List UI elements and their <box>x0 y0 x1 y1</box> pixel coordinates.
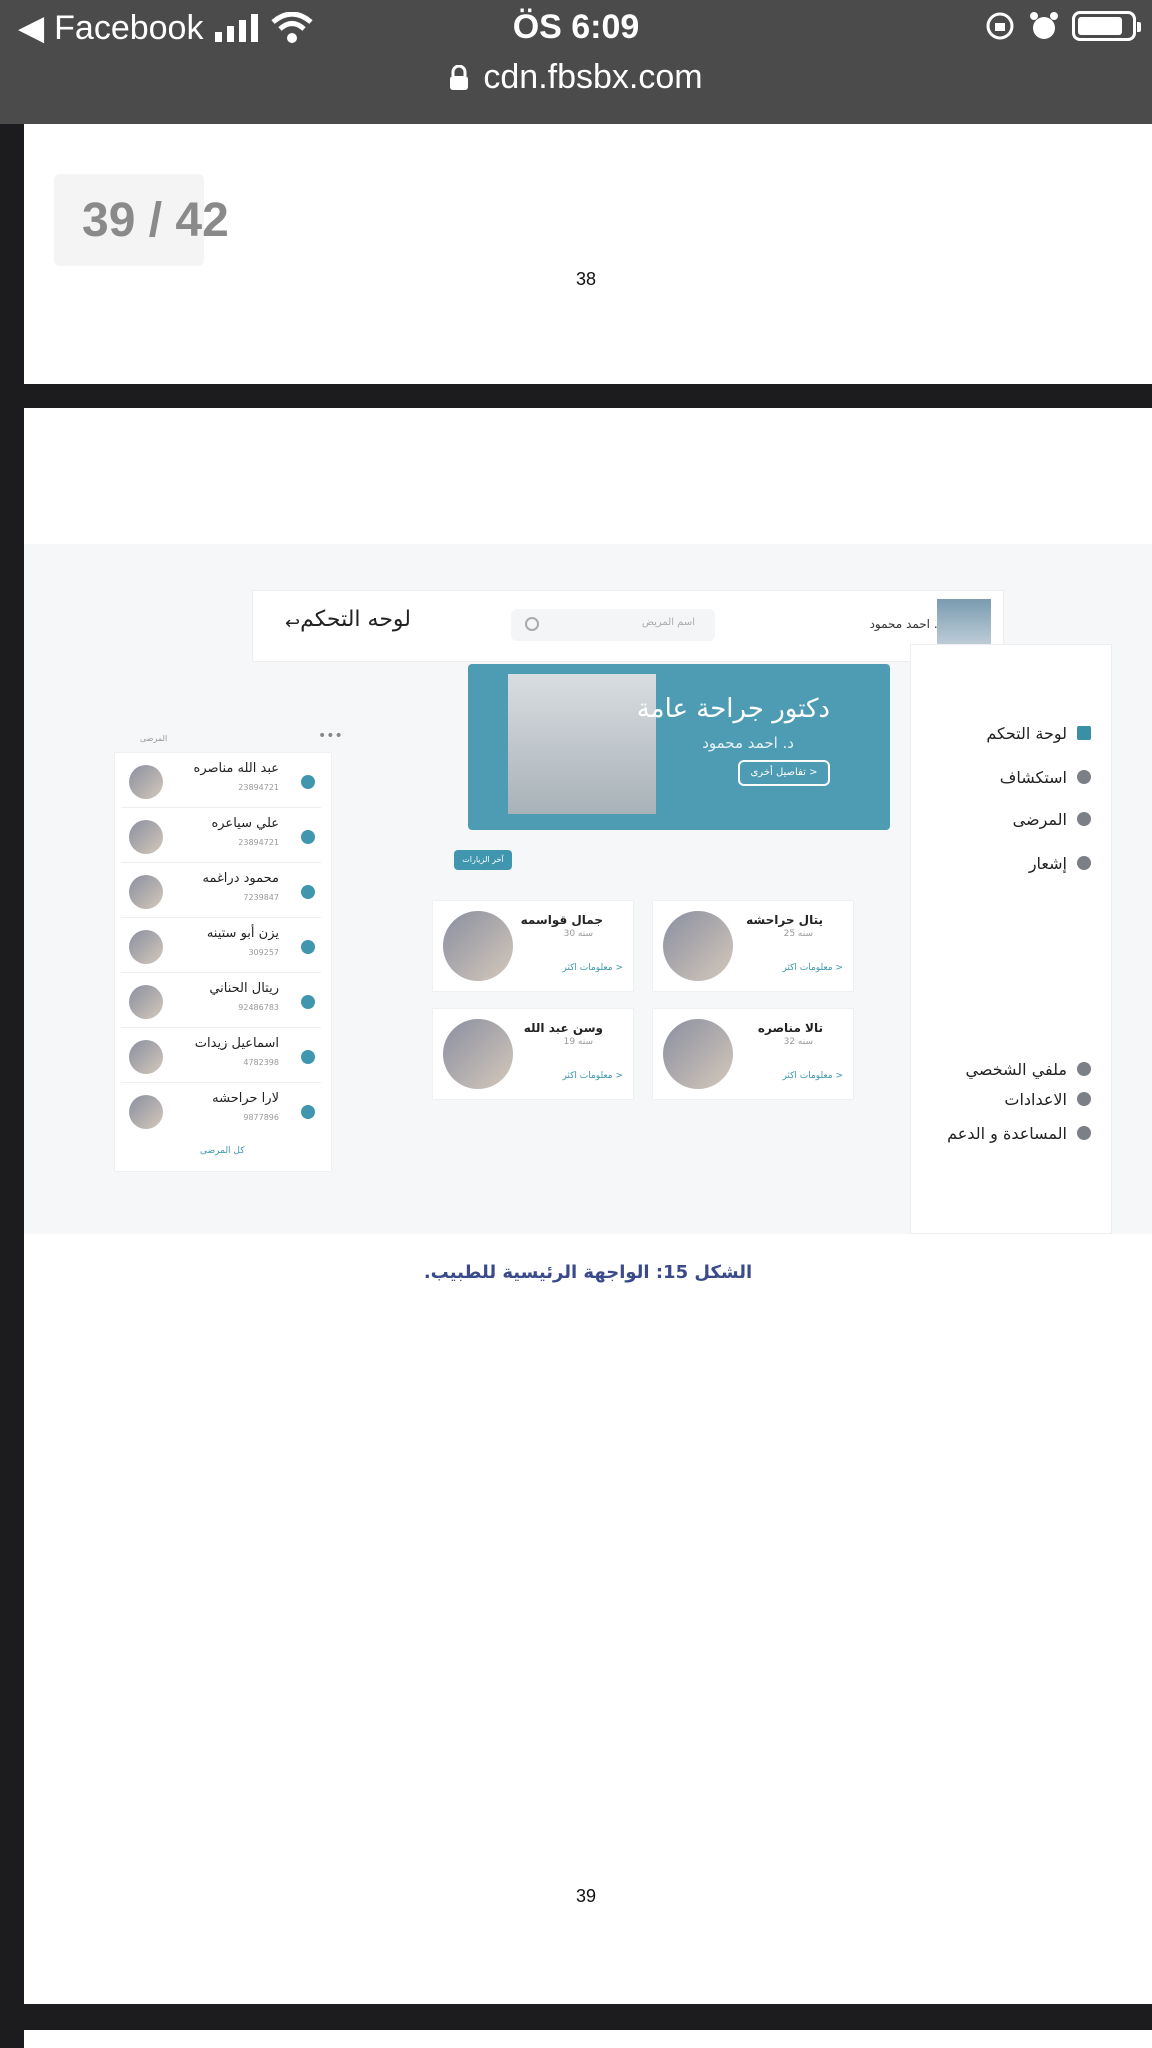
list-item: علي سياعره 23894721 <box>121 808 321 863</box>
url-text: cdn.fbsbx.com <box>483 58 703 96</box>
users-icon <box>1077 812 1091 826</box>
avatar <box>129 985 163 1019</box>
patient-card: تالا مناصره سنه 32 < معلومات اكثر <box>652 1008 854 1100</box>
address-bar[interactable]: cdn.fbsbx.com <box>0 58 1152 97</box>
avatar <box>129 930 163 964</box>
page-counter: 39 / 42 <box>54 174 229 266</box>
lock-icon <box>450 64 469 90</box>
list-item: محمود دراغمه 7239847 <box>121 863 321 918</box>
sidebar-item-profile: ملفي الشخصي <box>965 1055 1091 1083</box>
banner-subtitle: د. احمد محمود <box>702 734 794 752</box>
doctor-banner: دكتور جراحة عامة د. احمد محمود < تفاصيل … <box>468 664 890 830</box>
avatar <box>129 1040 163 1074</box>
help-icon <box>1077 1126 1091 1140</box>
compass-icon <box>1077 770 1091 784</box>
document-page <box>24 2030 1152 2048</box>
sidebar-item-patients: المرضى <box>1013 805 1091 833</box>
recent-visits-button: آخر الزيارات <box>454 850 512 870</box>
avatar <box>663 1019 733 1089</box>
avatar <box>129 1095 163 1129</box>
clock: ÖS 6:09 <box>512 8 640 46</box>
patient-card: وسن عبد الله سنه 19 < معلومات اكثر <box>432 1008 634 1100</box>
list-item: يزن أبو ستينه 309257 <box>121 918 321 973</box>
sidebar-item-help: المساعدة و الدعم <box>947 1119 1091 1147</box>
back-icon: ↩ <box>285 613 301 634</box>
dashboard-sidebar: لوحة التحكم استكشاف المرضى إشعار ملفي ال… <box>910 644 1112 1234</box>
avatar <box>129 875 163 909</box>
list-item: اسماعيل زيدات 4782398 <box>121 1028 321 1083</box>
chevron-right-icon <box>301 995 315 1009</box>
chevron-right-icon <box>301 885 315 899</box>
list-item: ريتال الحناني 92486783 <box>121 973 321 1028</box>
avatar <box>129 765 163 799</box>
rotation-lock-icon <box>986 12 1014 40</box>
figure-caption: الشكل 15: الواجهة الرئيسية للطبيب. <box>423 1262 753 1283</box>
document-page: 39 / 42 38 <box>24 124 1152 384</box>
battery-icon <box>1072 11 1141 41</box>
status-bar: ◀ Facebook ÖS 6:09 cdn.fbsbx.com <box>0 0 1152 124</box>
avatar <box>663 911 733 981</box>
patient-list: عبد الله مناصره 23894721 علي سياعره 238947… <box>114 752 332 1172</box>
dashboard-figure: ↩ لوحه التحكم اسم المريض د. احمد محمود ل… <box>24 544 1152 1234</box>
dashboard-topbar: ↩ لوحه التحكم اسم المريض د. احمد محمود <box>252 590 1004 662</box>
chevron-right-icon <box>301 940 315 954</box>
patient-card: جمال قواسمه سنه 30 < معلومات اكثر <box>432 900 634 992</box>
list-item: لارا حراحشه 9877896 <box>121 1083 321 1138</box>
document-page: ↩ لوحه التحكم اسم المريض د. احمد محمود ل… <box>24 408 1152 2004</box>
user-icon <box>1077 1062 1091 1076</box>
details-button: < تفاصيل أخرى <box>738 760 830 786</box>
doctor-photo <box>508 674 656 814</box>
banner-title: دكتور جراحة عامة <box>636 694 830 724</box>
all-patients-link: كل المرضى <box>200 1146 245 1156</box>
patient-card: يتال حراحشه سنه 25 < معلومات اكثر <box>652 900 854 992</box>
alarm-icon <box>1030 12 1058 39</box>
page-number: 38 <box>576 269 597 289</box>
sidebar-item-notifications: إشعار <box>1029 849 1091 877</box>
avatar <box>443 1019 513 1089</box>
dashboard-title: لوحه التحكم <box>300 607 411 632</box>
more-icon: ••• <box>318 728 343 744</box>
patient-search-input: اسم المريض <box>511 609 715 641</box>
chevron-right-icon <box>301 1050 315 1064</box>
patient-list-header: المرضى <box>140 734 168 743</box>
chevron-right-icon <box>301 830 315 844</box>
gear-icon <box>1077 1092 1091 1106</box>
list-item: عبد الله مناصره 23894721 <box>121 753 321 808</box>
bell-icon <box>1077 856 1091 870</box>
doctor-name: د. احمد محمود <box>869 617 943 631</box>
sidebar-item-explore: استكشاف <box>1000 763 1091 791</box>
avatar <box>129 820 163 854</box>
sidebar-item-dashboard: لوحة التحكم <box>986 719 1091 747</box>
avatar <box>443 911 513 981</box>
chevron-right-icon <box>301 775 315 789</box>
search-icon <box>525 617 539 631</box>
chevron-right-icon <box>301 1105 315 1119</box>
sidebar-item-settings: الاعدادات <box>1004 1085 1091 1113</box>
page-number: 39 <box>576 1886 597 1906</box>
grid-icon <box>1077 726 1091 740</box>
